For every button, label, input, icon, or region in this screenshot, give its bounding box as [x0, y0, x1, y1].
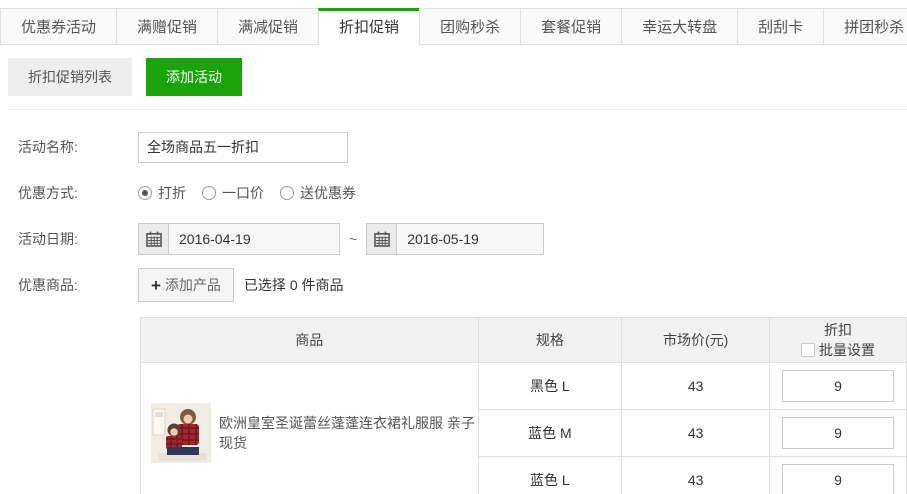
start-date-picker[interactable]: 2016-04-19	[138, 223, 340, 255]
activity-date-row: 活动日期: 2016-04-19 ~	[0, 216, 907, 262]
radio-label: 一口价	[222, 183, 264, 203]
discount-subtab-bar: 折扣促销列表 添加活动	[8, 58, 907, 110]
end-date-picker[interactable]: 2016-05-19	[366, 223, 544, 255]
product-image	[151, 403, 211, 463]
col-header-price: 市场价(元)	[622, 318, 770, 363]
subtab-discount-list[interactable]: 折扣促销列表	[8, 58, 132, 96]
tab-full-reduction[interactable]: 满减促销	[217, 8, 318, 45]
tab-discount[interactable]: 折扣促销	[318, 8, 419, 45]
table-header-row: 商品 规格 市场价(元) 折扣 批量设置	[141, 318, 907, 363]
discount-input[interactable]	[782, 417, 894, 449]
spec-cell: 黑色 L	[478, 363, 622, 410]
plus-icon: +	[151, 277, 161, 294]
calendar-icon	[139, 224, 169, 254]
spec-cell: 蓝色 L	[478, 457, 622, 494]
col-header-discount: 折扣 批量设置	[770, 318, 907, 363]
spec-cell: 蓝色 M	[478, 410, 622, 457]
radio-dazhe[interactable]: 打折	[138, 183, 186, 203]
col-header-spec: 规格	[478, 318, 622, 363]
discount-input[interactable]	[782, 464, 894, 494]
price-cell: 43	[622, 457, 770, 494]
price-cell: 43	[622, 410, 770, 457]
tab-lucky-wheel[interactable]: 幸运大转盘	[621, 8, 737, 45]
table-row: 欧洲皇室圣诞蕾丝蓬蓬连衣裙礼服服 亲子现货 黑色 L 43	[141, 363, 907, 410]
tab-pintuan-seckill[interactable]: 拼团秒杀	[823, 8, 907, 45]
date-separator: ~	[349, 231, 357, 247]
selected-count-text: 已选择 0 件商品	[244, 275, 344, 295]
activity-name-input[interactable]	[138, 132, 348, 163]
product-cell: 欧洲皇室圣诞蕾丝蓬蓬连衣裙礼服服 亲子现货	[141, 363, 479, 494]
batch-set-checkbox[interactable]	[801, 343, 815, 357]
product-name: 欧洲皇室圣诞蕾丝蓬蓬连衣裙礼服服 亲子现货	[219, 413, 478, 453]
tab-package[interactable]: 套餐促销	[520, 8, 621, 45]
activity-name-label: 活动名称:	[18, 137, 138, 157]
discount-products-table: 商品 规格 市场价(元) 折扣 批量设置	[140, 317, 907, 494]
batch-set-wrap: 批量设置	[801, 340, 875, 360]
discount-header-label: 折扣	[770, 320, 906, 340]
end-date-value: 2016-05-19	[397, 224, 489, 254]
radio-circle-icon	[280, 186, 294, 200]
col-header-product: 商品	[141, 318, 479, 363]
tab-scratch-card[interactable]: 刮刮卡	[737, 8, 823, 45]
radio-circle-icon	[202, 186, 216, 200]
tab-full-gift[interactable]: 满赠促销	[116, 8, 217, 45]
discount-method-label: 优惠方式:	[18, 183, 138, 203]
discount-method-row: 优惠方式: 打折 一口价 送优惠券	[0, 170, 907, 216]
radio-label: 送优惠券	[300, 183, 356, 203]
discount-cell	[770, 363, 907, 410]
add-activity-form: 活动名称: 优惠方式: 打折 一口价 送优惠券 活动日期:	[0, 124, 907, 308]
add-product-button-label: 添加产品	[165, 275, 221, 295]
discount-cell	[770, 457, 907, 494]
batch-set-label: 批量设置	[819, 340, 875, 360]
promotion-tab-bar: 优惠券活动 满赠促销 满减促销 折扣促销 团购秒杀 套餐促销 幸运大转盘 刮刮卡…	[0, 8, 907, 45]
radio-yikoujia[interactable]: 一口价	[202, 183, 264, 203]
radio-label: 打折	[158, 183, 186, 203]
activity-name-row: 活动名称:	[0, 124, 907, 170]
discount-input[interactable]	[782, 370, 894, 402]
discount-products-row: 优惠商品: + 添加产品 已选择 0 件商品	[0, 262, 907, 308]
radio-song-coupon[interactable]: 送优惠券	[280, 183, 356, 203]
tab-coupon-activity[interactable]: 优惠券活动	[0, 8, 116, 45]
add-product-button[interactable]: + 添加产品	[138, 268, 234, 302]
subtab-add-activity[interactable]: 添加活动	[146, 58, 242, 96]
start-date-value: 2016-04-19	[169, 224, 261, 254]
activity-date-label: 活动日期:	[18, 229, 138, 249]
discount-products-label: 优惠商品:	[18, 275, 138, 295]
radio-circle-icon	[138, 186, 152, 200]
discount-cell	[770, 410, 907, 457]
price-cell: 43	[622, 363, 770, 410]
calendar-icon	[367, 224, 397, 254]
tab-groupon-seckill[interactable]: 团购秒杀	[419, 8, 520, 45]
